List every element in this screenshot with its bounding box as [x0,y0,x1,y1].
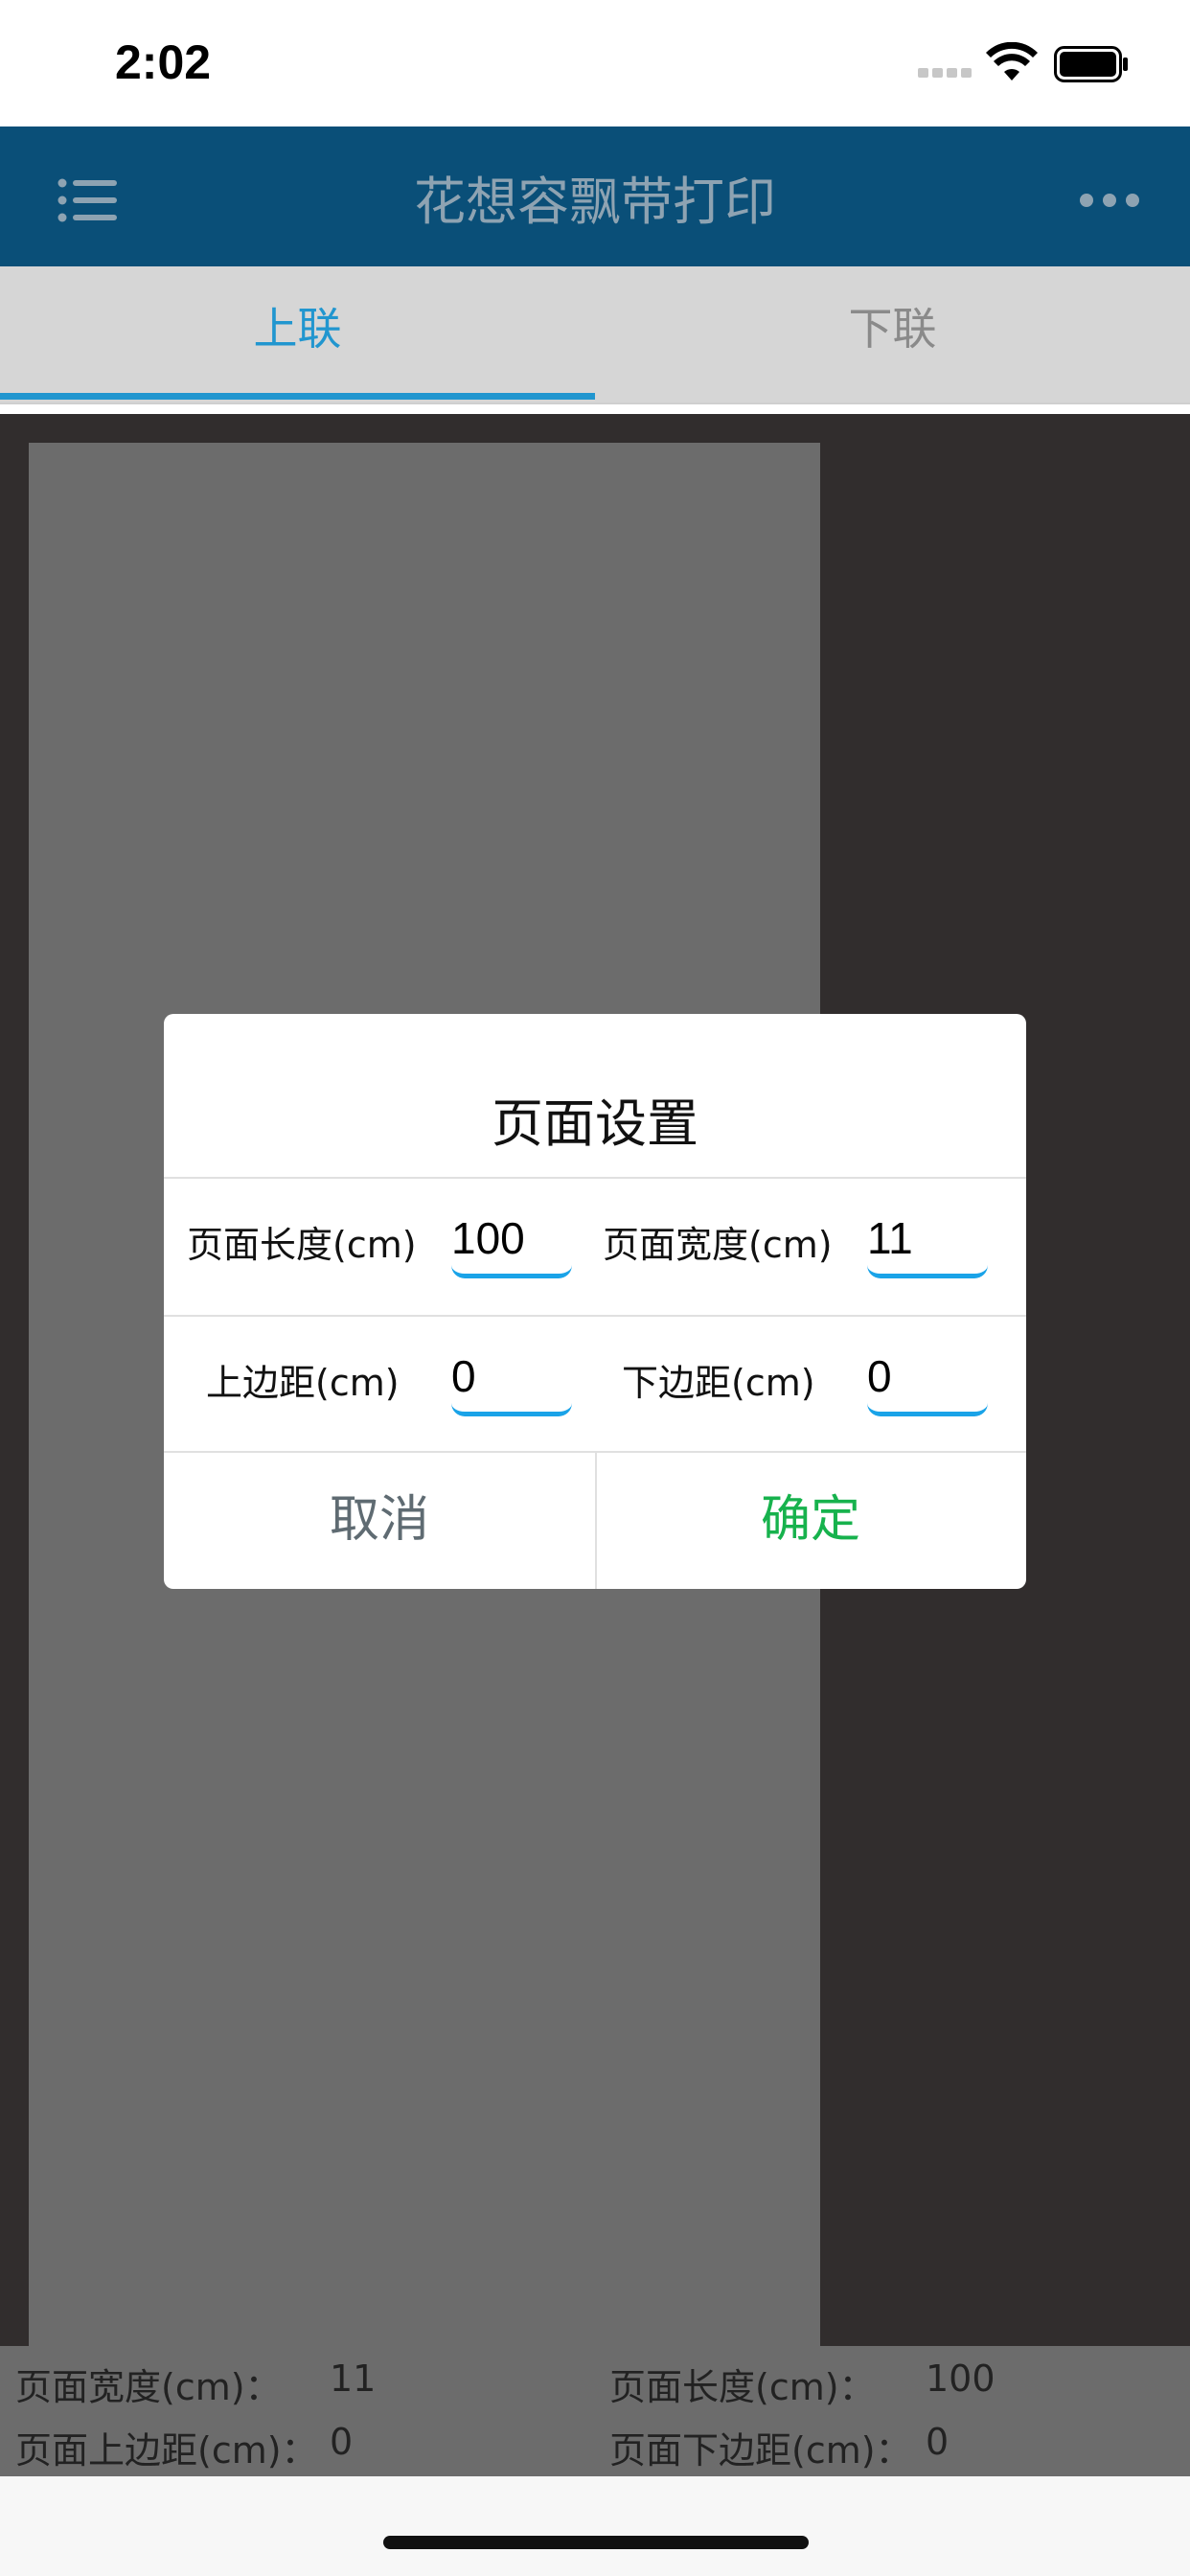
top-margin-input[interactable] [451,1340,572,1416]
tab-lower-couplet[interactable]: 下联 [595,266,1190,402]
bottom-margin-label: 下边距(cm) [622,1362,815,1404]
bottom-margin-input[interactable] [867,1340,988,1416]
dialog-divider [164,1177,1026,1179]
dialog-button-row: 取消 确定 [164,1451,1026,1589]
tab-upper-couplet[interactable]: 上联 [0,266,595,402]
battery-icon [1054,46,1128,82]
home-indicator-area [0,2476,1190,2576]
home-indicator[interactable] [383,2536,809,2549]
status-bar: 2:02 [0,0,1190,126]
page-length-input[interactable] [451,1202,572,1278]
page-info-bar: 页面宽度(cm)： 11 页面长度(cm)： 100 页面上边距(cm)： 0 … [0,2346,1190,2476]
dialog-divider [164,1315,1026,1317]
page-title: 花想容飘带打印 [414,172,776,232]
wifi-icon [986,42,1038,80]
more-horizontal-icon[interactable] [1079,188,1140,213]
status-time: 2:02 [115,35,212,89]
info-page-width-value: 11 [330,2358,377,2400]
cellular-signal-icon [918,63,975,78]
info-page-width-label: 页面宽度(cm)： [15,2366,282,2408]
page-width-label: 页面宽度(cm) [603,1224,833,1266]
info-top-margin-label: 页面上边距(cm)： [15,2429,318,2472]
dialog-title: 页面设置 [492,1093,698,1154]
page-length-label: 页面长度(cm) [187,1224,417,1266]
tabs-divider [0,402,1190,404]
info-page-length-value: 100 [926,2358,995,2400]
info-bottom-margin-value: 0 [926,2421,950,2463]
info-page-length-label: 页面长度(cm)： [609,2366,876,2408]
info-top-margin-value: 0 [330,2421,354,2463]
tab-bar: 上联 下联 [0,266,1190,402]
info-bottom-margin-label: 页面下边距(cm)： [609,2429,912,2472]
active-tab-indicator [0,393,595,400]
cancel-button[interactable]: 取消 [164,1451,595,1589]
page-setup-dialog: 页面设置 页面长度(cm) 页面宽度(cm) 上边距(cm) 下边距(cm) 取… [164,1014,1026,1589]
top-margin-label: 上边距(cm) [206,1362,400,1404]
page-width-input[interactable] [867,1202,988,1278]
confirm-button[interactable]: 确定 [595,1451,1026,1589]
